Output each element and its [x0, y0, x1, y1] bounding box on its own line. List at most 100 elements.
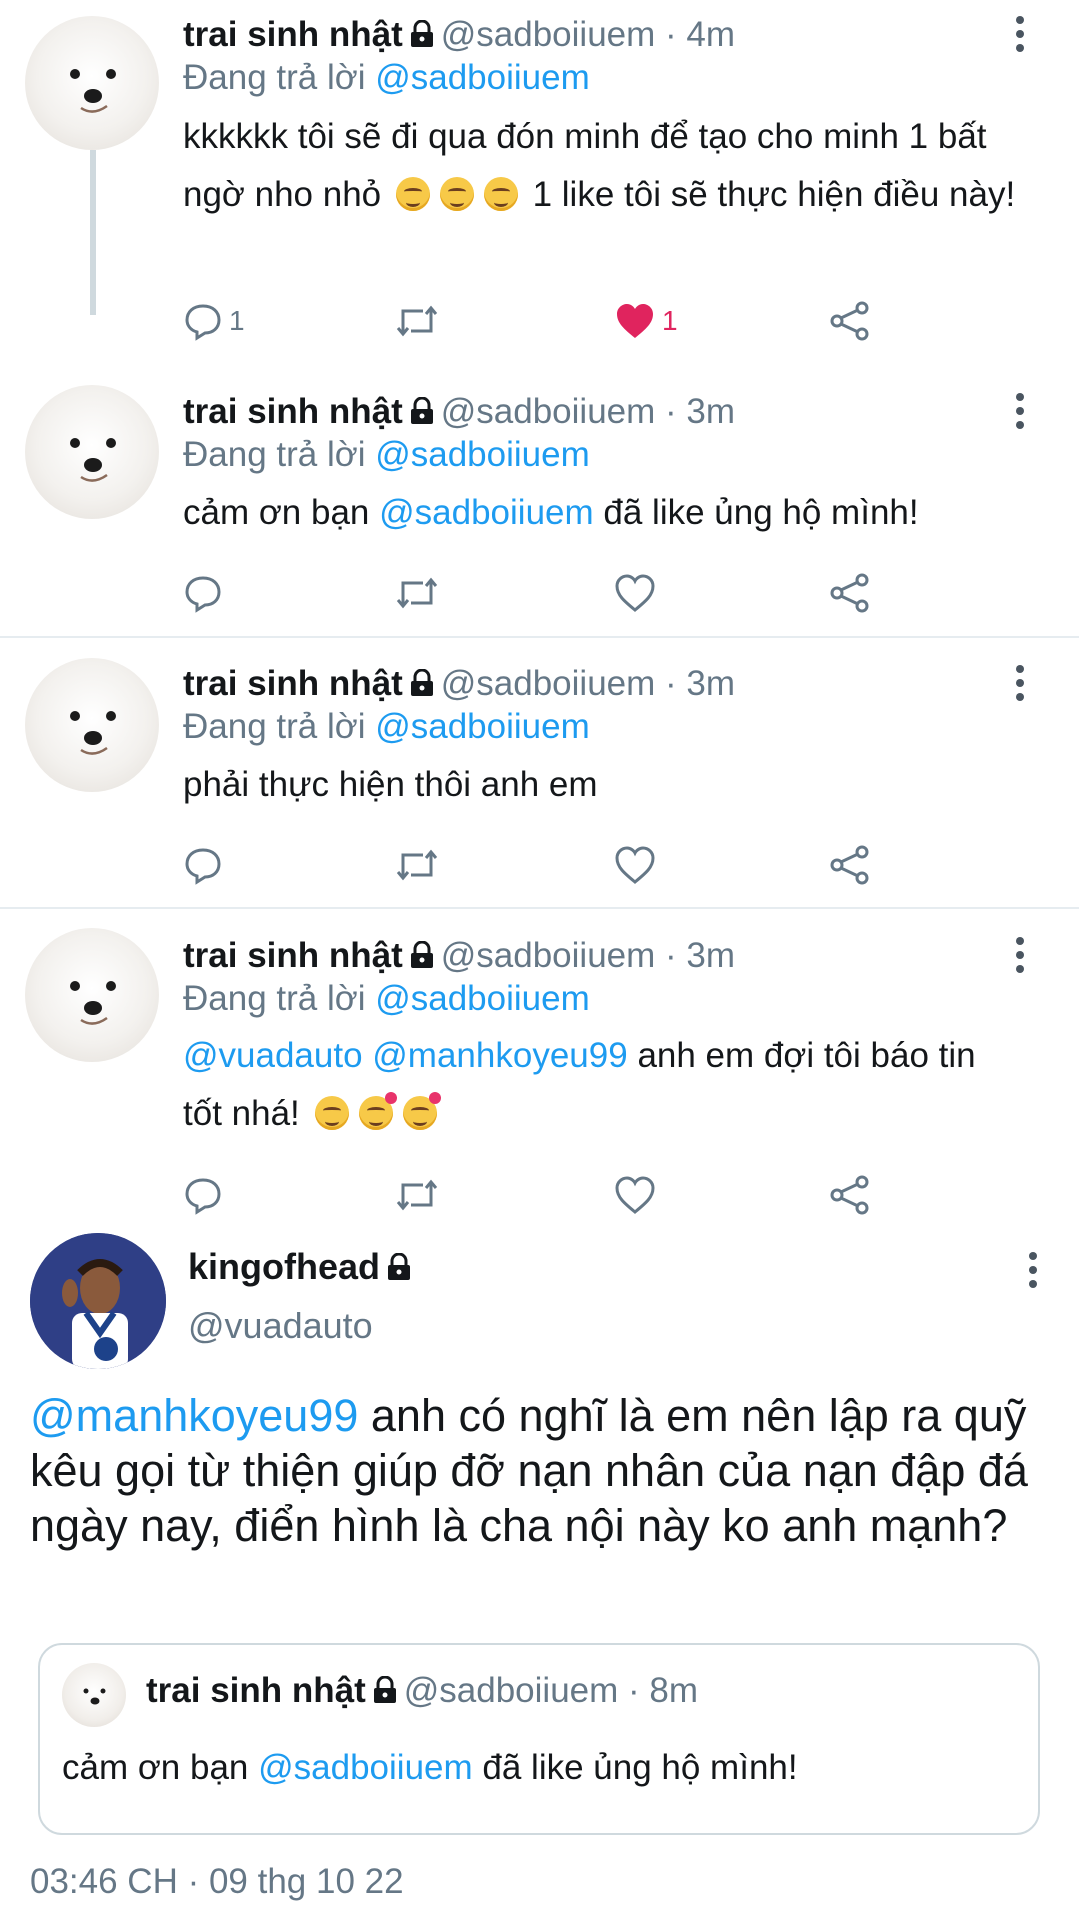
handle[interactable]: @sadboiiuem [441, 15, 656, 54]
like-icon [615, 846, 655, 884]
action-bar: 1 1 [183, 296, 883, 346]
retweet-icon [396, 1179, 438, 1211]
replying-to-mention[interactable]: @sadboiiuem [375, 707, 590, 746]
quote-text: cảm ơn bạn @sadboiiuem đã like ủng hộ mì… [62, 1748, 798, 1788]
mention-link: @sadboiiuem [258, 1748, 473, 1787]
quoted-tweet[interactable]: trai sinh nhật @sadboiiuem · 8m cảm ơn bạ… [38, 1643, 1040, 1835]
more-icon[interactable] [1029, 1252, 1037, 1294]
divider [0, 636, 1079, 638]
tweet-text: cảm ơn bạn @sadboiiuem đã like ủng hộ mì… [183, 484, 1023, 542]
replying-to: Đang trả lời @sadboiiuem [183, 58, 590, 98]
smirk-emoji-icon [314, 1096, 349, 1130]
share-button[interactable] [829, 840, 871, 890]
tweet-text: phải thực hiện thôi anh em [183, 756, 1023, 814]
lock-icon [372, 1673, 398, 1713]
reply-icon [185, 576, 221, 613]
tweet-header: trai sinh nhật @sadboiiuem · 3m [183, 664, 735, 706]
like-icon [617, 304, 653, 338]
reply-button[interactable]: 1 [183, 296, 245, 346]
wink-emoji-icon [439, 177, 474, 211]
more-icon[interactable] [1016, 16, 1024, 58]
action-bar [183, 840, 883, 890]
main-name-text[interactable]: kingofhead [188, 1246, 380, 1287]
retweet-button[interactable] [395, 296, 439, 346]
tweet-text-part: cảm ơn bạn [183, 493, 370, 532]
mention-link[interactable]: @manhkoyeu99 [372, 1036, 627, 1075]
mention-link[interactable]: @sadboiiuem [379, 493, 594, 532]
reply-button[interactable] [183, 1170, 223, 1220]
lock-icon [409, 938, 435, 978]
handle[interactable]: @sadboiiuem [441, 936, 656, 975]
tweet-header: trai sinh nhật @sadboiiuem · 4m [183, 15, 735, 57]
display-name[interactable]: trai sinh nhật [183, 936, 403, 975]
tweet-text-part: đã like ủng hộ mình! [603, 493, 919, 532]
smiling-hearts-emoji-icon [402, 1092, 441, 1130]
display-name[interactable]: trai sinh nhật [183, 664, 403, 703]
replying-label: Đang trả lời [183, 707, 366, 746]
main-avatar[interactable] [30, 1233, 166, 1369]
replying-label: Đang trả lời [183, 58, 366, 97]
avatar[interactable] [25, 385, 159, 519]
display-name[interactable]: trai sinh nhật [183, 15, 403, 54]
tweet-header: trai sinh nhật @sadboiiuem · 3m [183, 392, 735, 434]
retweet-button[interactable] [395, 1170, 439, 1220]
lock-icon [386, 1248, 412, 1290]
reply-button[interactable] [183, 840, 223, 890]
quote-handle: @sadboiiuem [403, 1671, 619, 1710]
main-display-name[interactable]: kingofhead [188, 1246, 418, 1290]
replying-to-mention[interactable]: @sadboiiuem [375, 979, 590, 1018]
smiling-hearts-emoji-icon [358, 1092, 397, 1130]
reply-count: 1 [229, 305, 245, 336]
action-bar [183, 568, 883, 618]
display-name[interactable]: trai sinh nhật [183, 392, 403, 431]
more-icon[interactable] [1016, 393, 1024, 435]
retweet-icon [396, 305, 438, 337]
handle[interactable]: @sadboiiuem [441, 664, 656, 703]
avatar[interactable] [25, 928, 159, 1062]
main-tweet-text: @manhkoyeu99 anh có nghĩ là em nên lập r… [30, 1388, 1040, 1553]
retweet-button[interactable] [395, 568, 439, 618]
share-icon [830, 845, 869, 885]
tweet-text: kkkkkk tôi sẽ đi qua đón minh để tạo cho… [183, 108, 1023, 224]
reply-icon [185, 1178, 221, 1215]
like-button[interactable] [614, 1170, 656, 1220]
replying-to-mention[interactable]: @sadboiiuem [375, 435, 590, 474]
more-icon[interactable] [1016, 665, 1024, 707]
tweet-text-part: phải thực hiện thôi anh em [183, 765, 598, 804]
more-icon[interactable] [1016, 937, 1024, 979]
like-icon [615, 1176, 655, 1214]
retweet-icon [396, 577, 438, 609]
wink-emoji-icon [395, 177, 430, 211]
quote-text-part: đã like ủng hộ mình! [482, 1748, 798, 1787]
thread-line [90, 150, 96, 315]
mention-link[interactable]: @manhkoyeu99 [30, 1390, 358, 1441]
retweet-button[interactable] [395, 840, 439, 890]
reply-button[interactable] [183, 568, 223, 618]
wink-emoji-icon [483, 177, 518, 211]
quote-header: trai sinh nhật @sadboiiuem · 8m [146, 1671, 698, 1713]
handle[interactable]: @sadboiiuem [441, 392, 656, 431]
time: · 3m [665, 392, 736, 431]
replying-label: Đang trả lời [183, 435, 366, 474]
share-button[interactable] [829, 1170, 871, 1220]
mention-link[interactable]: @vuadauto [183, 1036, 363, 1075]
replying-to-mention[interactable]: @sadboiiuem [375, 58, 590, 97]
avatar[interactable] [25, 658, 159, 792]
tweet-text-part: 1 like tôi sẽ thực hiện điều này! [532, 175, 1016, 214]
quote-text-part: cảm ơn bạn [62, 1748, 249, 1787]
share-button[interactable] [829, 568, 871, 618]
time: · 3m [665, 664, 736, 703]
like-button[interactable]: 1 [614, 296, 678, 346]
share-icon [830, 301, 869, 341]
main-handle[interactable]: @vuadauto [188, 1305, 373, 1347]
share-button[interactable] [829, 296, 871, 346]
quote-time: · 8m [628, 1671, 699, 1710]
share-icon [830, 573, 869, 613]
like-button[interactable] [614, 840, 656, 890]
tweet-text: @vuadauto @manhkoyeu99 anh em đợi tôi bá… [183, 1027, 1023, 1143]
time: · 4m [665, 15, 736, 54]
avatar[interactable] [25, 16, 159, 150]
like-button[interactable] [614, 568, 656, 618]
share-icon [830, 1175, 869, 1215]
replying-to: Đang trả lời @sadboiiuem [183, 435, 590, 475]
